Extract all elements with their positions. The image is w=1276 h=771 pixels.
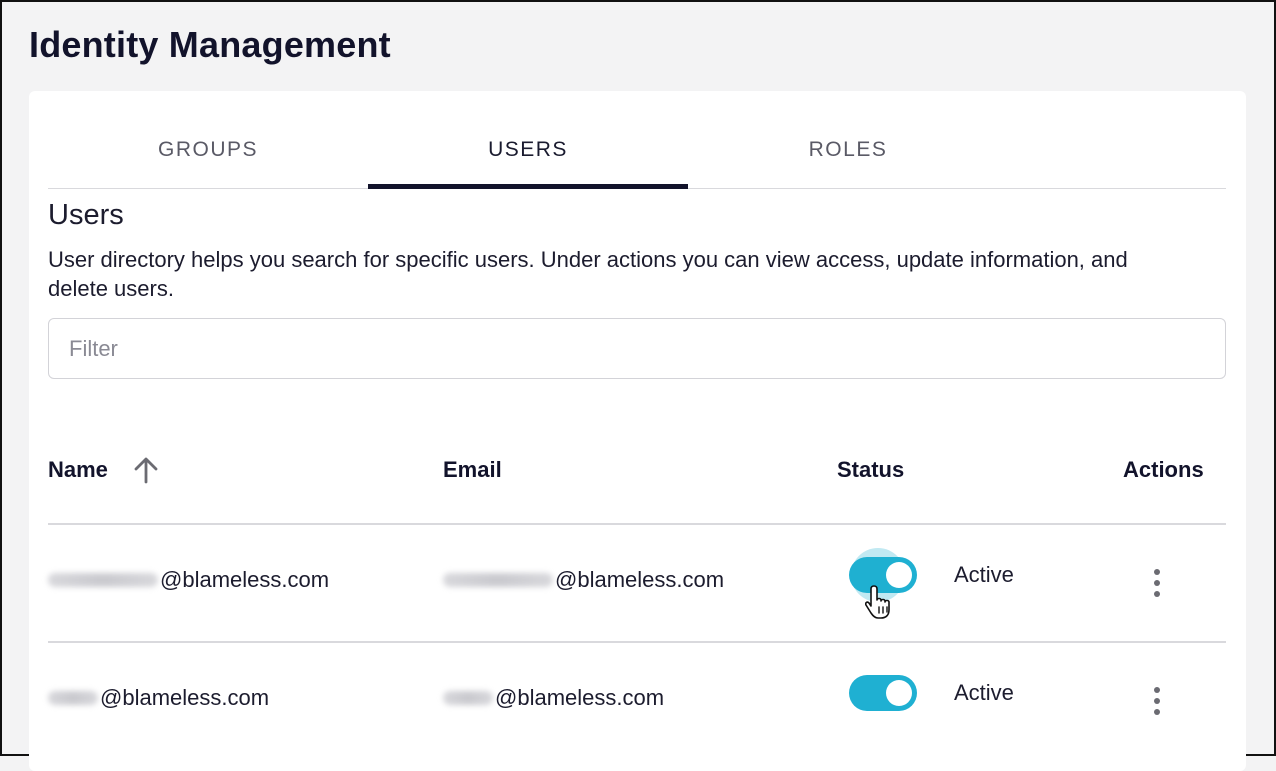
page-title: Identity Management — [29, 24, 391, 65]
section-title: Users — [48, 199, 124, 231]
column-header-actions: Actions — [1123, 457, 1204, 482]
redacted-text — [443, 691, 493, 705]
more-vertical-icon[interactable] — [1145, 566, 1169, 600]
table-row-email: @blameless.com — [443, 685, 664, 711]
tab-groups[interactable]: GROUPS — [48, 118, 368, 188]
tab-users[interactable]: USERS — [368, 118, 688, 189]
table-row-name: @blameless.com — [48, 685, 269, 711]
tab-roles[interactable]: ROLES — [688, 118, 1008, 188]
user-email-domain: @blameless.com — [555, 567, 725, 592]
arrow-up-icon[interactable] — [130, 454, 162, 486]
user-name-domain: @blameless.com — [160, 567, 330, 592]
redacted-text — [443, 573, 553, 587]
status-label: Active — [954, 562, 1014, 587]
redacted-text — [48, 573, 158, 587]
toggle-knob — [886, 680, 912, 706]
tab-bar: GROUPS USERS ROLES — [48, 118, 1226, 189]
status-toggle[interactable] — [849, 675, 917, 711]
user-name-domain: @blameless.com — [100, 685, 270, 710]
column-header-email: Email — [443, 457, 502, 482]
table-divider — [48, 641, 1226, 643]
content-card: GROUPS USERS ROLES Users User directory … — [29, 91, 1246, 771]
table-divider — [48, 523, 1226, 525]
hand-pointer-icon — [865, 585, 890, 619]
user-email-domain: @blameless.com — [495, 685, 665, 710]
table-row-email: @blameless.com — [443, 567, 724, 593]
column-header-name[interactable]: Name — [48, 457, 108, 483]
redacted-text — [48, 691, 98, 705]
table-row-name: @blameless.com — [48, 567, 329, 593]
column-header-status: Status — [837, 457, 905, 482]
section-description: User directory helps you search for spec… — [48, 247, 1128, 301]
more-vertical-icon[interactable] — [1145, 684, 1169, 718]
status-label: Active — [954, 680, 1014, 705]
filter-input[interactable] — [48, 318, 1226, 379]
